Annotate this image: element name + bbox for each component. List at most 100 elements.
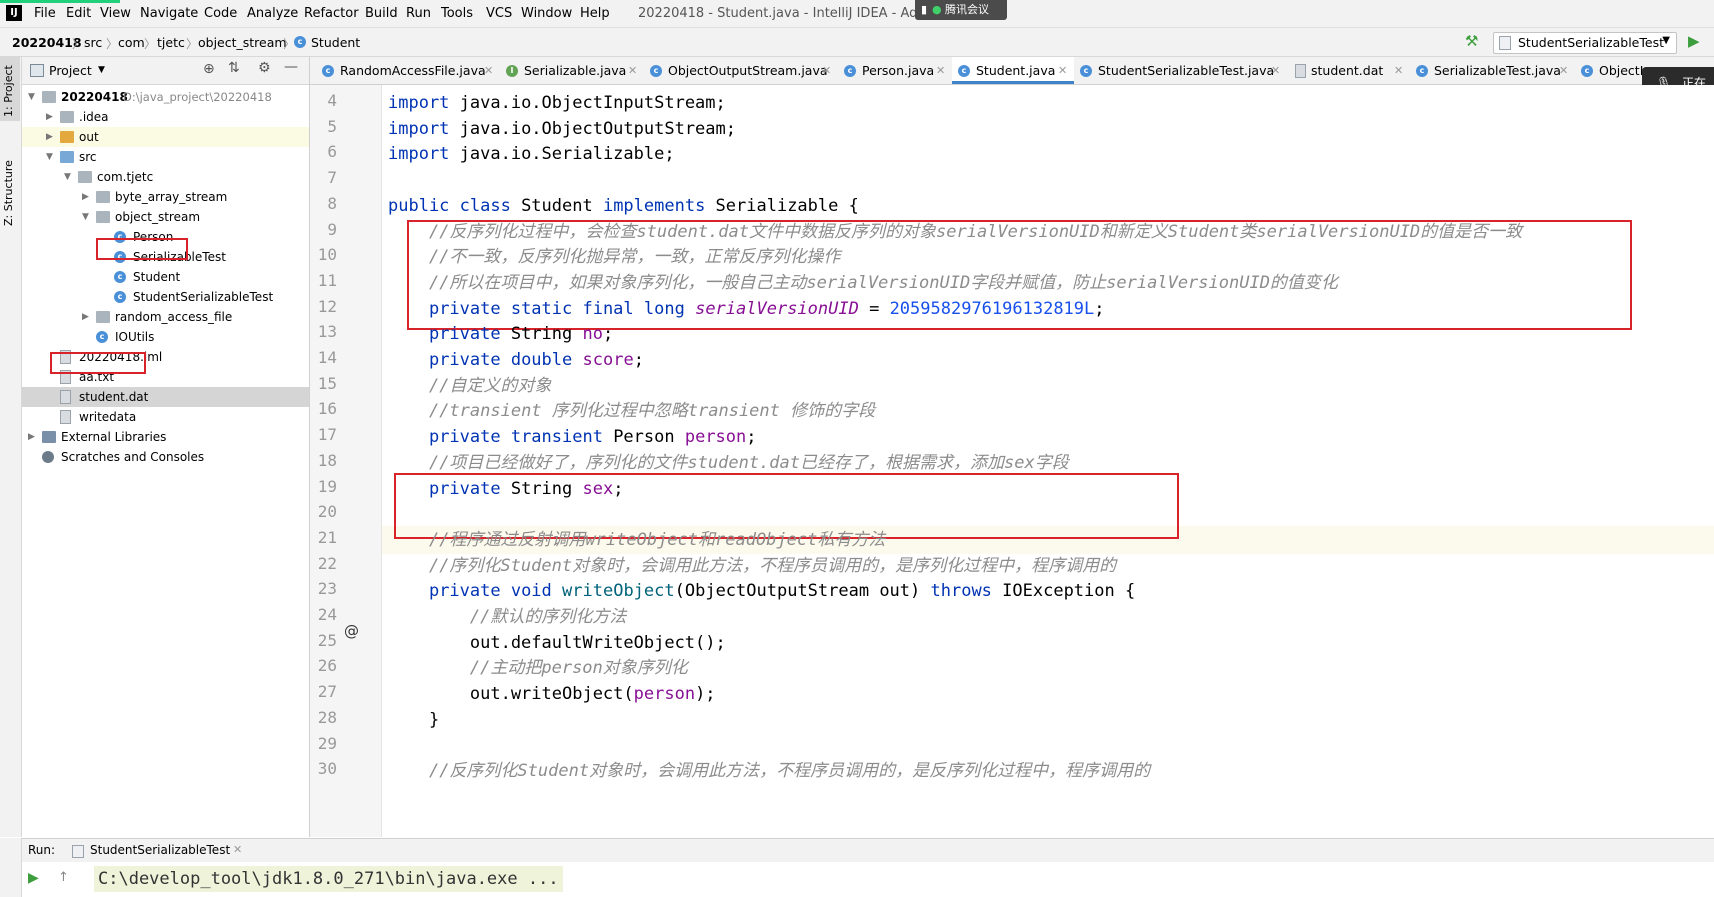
gear-icon[interactable]: ⚙ — [258, 60, 271, 76]
tree-item-student[interactable]: c Student — [22, 267, 309, 287]
arrow-up-icon[interactable]: ↑ — [58, 870, 69, 885]
chevron-down-icon[interactable]: ▼ — [64, 167, 71, 187]
editor-tab-serializable-java[interactable]: I Serializable.java ✕ — [500, 57, 644, 84]
tree-item-studentserializabletest[interactable]: c StudentSerializableTest — [22, 287, 309, 307]
menu-help[interactable]: Help — [580, 6, 610, 21]
menu-build[interactable]: Build — [365, 6, 398, 21]
breadcrumb-tjetc[interactable]: tjetc — [157, 35, 185, 50]
run-console[interactable]: ▶ ↑ C:\develop_tool\jdk1.8.0_271\bin\jav… — [22, 862, 1714, 897]
breadcrumb-src[interactable]: src — [84, 35, 102, 50]
run-play-icon[interactable]: ▶ — [1688, 32, 1700, 50]
editor-tab-objectoutputstream-java[interactable]: c ObjectOutputStream.java ✕ — [644, 57, 838, 84]
breadcrumb-com[interactable]: com — [118, 35, 145, 50]
code-line[interactable]: public class Student implements Serializ… — [388, 192, 859, 220]
close-icon[interactable]: ✕ — [1559, 57, 1568, 84]
hide-panel-icon[interactable]: — — [284, 59, 298, 75]
breadcrumb-object-stream[interactable]: object_stream — [198, 35, 287, 50]
build-hammer-icon[interactable]: ⚒ — [1465, 32, 1478, 50]
chevron-right-icon[interactable]: ▶ — [46, 107, 53, 127]
code-line[interactable]: import java.io.ObjectInputStream; — [388, 89, 726, 117]
tree-item-20220418[interactable]: ▼ 20220418 D:\java_project\20220418 — [22, 87, 309, 107]
code-line[interactable]: //默认的序列化方法 — [388, 603, 626, 631]
menu-view[interactable]: View — [100, 6, 131, 21]
code-line[interactable]: //序列化Student对象时，会调用此方法，不程序员调用的，是序列化过程中，程… — [388, 552, 1116, 580]
close-icon[interactable]: ✕ — [1394, 57, 1403, 84]
code-line[interactable]: private transient Person person; — [388, 423, 757, 451]
menu-navigate[interactable]: Navigate — [140, 6, 198, 21]
tree-item-external-libraries[interactable]: ▶ External Libraries — [22, 427, 309, 447]
close-icon[interactable]: ✕ — [628, 57, 637, 84]
rerun-play-icon[interactable]: ▶ — [28, 870, 39, 886]
breadcrumb-student[interactable]: Student — [311, 35, 360, 50]
menu-window[interactable]: Window — [521, 6, 572, 21]
menu-analyze[interactable]: Analyze — [247, 6, 298, 21]
close-icon[interactable]: ✕ — [1271, 57, 1280, 84]
locate-target-icon[interactable]: ⊕ — [203, 61, 215, 77]
chevron-right-icon[interactable]: ▶ — [46, 127, 53, 147]
tree-item--idea[interactable]: ▶ .idea — [22, 107, 309, 127]
tree-item-writedata[interactable]: writedata — [22, 407, 309, 427]
code-editor[interactable]: import java.io.ObjectInputStream; import … — [382, 85, 1714, 837]
code-line[interactable]: } — [388, 706, 439, 734]
code-line[interactable]: //transient 序列化过程中忽略transient 修饰的字段 — [388, 397, 875, 425]
code-line[interactable]: out.writeObject(person); — [388, 680, 716, 708]
chevron-down-icon[interactable]: ▼ — [82, 207, 89, 227]
chevron-down-icon[interactable]: ▼ — [28, 87, 35, 107]
run-tab-label[interactable]: StudentSerializableTest — [90, 843, 230, 857]
tree-item-student-dat[interactable]: student.dat — [22, 387, 309, 407]
code-line[interactable]: private void writeObject(ObjectOutputStr… — [388, 577, 1135, 605]
code-line[interactable]: //自定义的对象 — [388, 372, 551, 400]
menu-run[interactable]: Run — [406, 6, 431, 21]
structure-tool-tab[interactable]: Z: Structure — [2, 153, 19, 233]
close-icon[interactable]: ✕ — [1058, 57, 1067, 84]
code-line[interactable]: //所以在项目中，如果对象序列化，一般自己主动serialVersionUID字… — [388, 269, 1338, 297]
tree-item-random-access-file[interactable]: ▶ random_access_file — [22, 307, 309, 327]
tree-item-src[interactable]: ▼ src — [22, 147, 309, 167]
code-line[interactable]: import java.io.ObjectOutputStream; — [388, 115, 736, 143]
code-line[interactable]: //项目已经做好了，序列化的文件student.dat已经存了，根据需求，添加s… — [388, 449, 1069, 477]
editor-tab-serializabletest-java[interactable]: c SerializableTest.java ✕ — [1410, 57, 1575, 84]
run-configuration-select[interactable]: StudentSerializableTest ▼ — [1493, 32, 1677, 54]
chevron-down-icon[interactable]: ▼ — [98, 65, 105, 75]
close-icon[interactable]: ✕ — [484, 57, 493, 84]
editor-tab-student-java[interactable]: c Student.java ✕ — [952, 57, 1074, 84]
code-line[interactable]: //不一致，反序列化抛异常，一致，正常反序列化操作 — [388, 243, 840, 271]
editor-tab-studentserializabletest-java[interactable]: c StudentSerializableTest.java ✕ — [1074, 57, 1287, 84]
code-line[interactable]: //主动把person对象序列化 — [388, 654, 688, 682]
override-at-icon[interactable]: @ — [344, 622, 359, 640]
close-icon[interactable]: ✕ — [233, 843, 242, 856]
menu-edit[interactable]: Edit — [66, 6, 91, 21]
code-line[interactable]: private String sex; — [388, 475, 624, 503]
code-line[interactable]: out.defaultWriteObject(); — [388, 629, 726, 657]
code-line[interactable]: //反序列化Student对象时，会调用此方法，不程序员调用的，是反序列化过程中… — [388, 757, 1150, 785]
tree-item-com-tjetc[interactable]: ▼ com.tjetc — [22, 167, 309, 187]
code-line[interactable]: private double score; — [388, 346, 644, 374]
code-line[interactable]: private String no; — [388, 320, 613, 348]
project-tool-tab[interactable]: 1: Project — [2, 63, 19, 119]
menu-code[interactable]: Code — [204, 6, 237, 21]
tree-item-ioutils[interactable]: c IOUtils — [22, 327, 309, 347]
code-line[interactable]: //程序通过反射调用writeObject和readObject私有方法 — [388, 526, 885, 554]
editor-tab-person-java[interactable]: c Person.java ✕ — [838, 57, 952, 84]
editor-tab-student-dat[interactable]: student.dat ✕ — [1287, 57, 1410, 84]
code-line[interactable]: //反序列化过程中，会检查student.dat文件中数据反序列的对象seria… — [388, 218, 1522, 246]
close-icon[interactable]: ✕ — [936, 57, 945, 84]
project-view-select[interactable]: Project — [49, 63, 92, 78]
tree-item-byte-array-stream[interactable]: ▶ byte_array_stream — [22, 187, 309, 207]
chevron-right-icon[interactable]: ▶ — [28, 427, 35, 447]
chevron-right-icon[interactable]: ▶ — [82, 307, 89, 327]
menu-refactor[interactable]: Refactor — [304, 6, 359, 21]
collapse-all-icon[interactable]: ⇅ — [228, 60, 240, 76]
close-icon[interactable]: ✕ — [822, 57, 831, 84]
editor-tab-randomaccessfile-java[interactable]: c RandomAccessFile.java ✕ — [316, 57, 500, 84]
chevron-down-icon[interactable]: ▼ — [46, 147, 53, 167]
tree-item-scratches-and-consoles[interactable]: Scratches and Consoles — [22, 447, 309, 467]
meeting-badge[interactable]: ▮ ● 腾讯会议 — [915, 0, 1007, 20]
menu-vcs[interactable]: VCS — [486, 6, 512, 21]
menu-tools[interactable]: Tools — [441, 6, 473, 21]
menu-file[interactable]: File — [34, 6, 56, 21]
chevron-right-icon[interactable]: ▶ — [82, 187, 89, 207]
code-line[interactable]: import java.io.Serializable; — [388, 140, 675, 168]
code-line[interactable]: private static final long serialVersionU… — [388, 295, 1105, 323]
tree-item-object-stream[interactable]: ▼ object_stream — [22, 207, 309, 227]
